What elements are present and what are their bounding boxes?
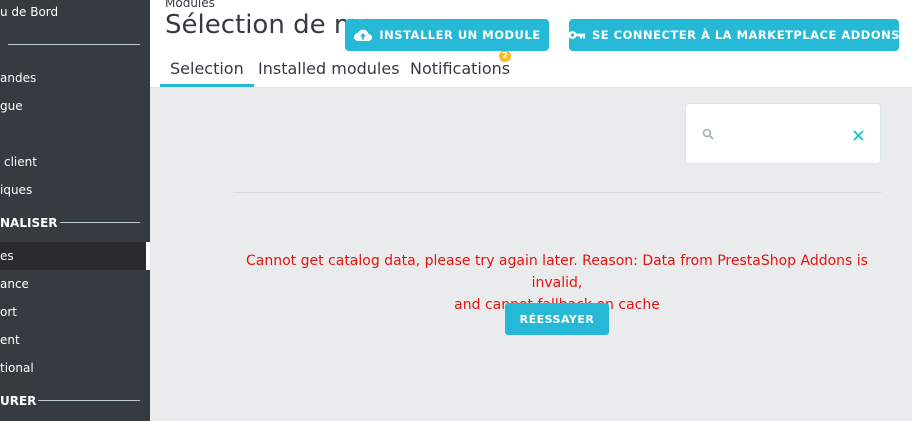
connect-marketplace-button[interactable]: SE CONNECTER À LA MARKETPLACE ADDONS [568,19,901,51]
sidebar-item-label: es [0,249,14,263]
search-icon [702,125,714,144]
sidebar-item-modules[interactable]: es [0,242,150,270]
sidebar-item-label: andes [0,71,37,85]
tab-label: Selection [170,59,244,78]
key-icon [568,30,586,40]
page-title: Sélection de mo [165,10,376,40]
cloud-upload-icon [353,28,373,42]
sidebar-item-orders[interactable]: andes [0,64,150,92]
sidebar-item-customers[interactable]: client [0,148,150,176]
tab-label: Installed modules [258,59,400,78]
error-line: Cannot get catalog data, please try agai… [246,253,868,291]
sidebar-item-dashboard[interactable]: u de Bord [0,0,150,26]
sidebar-item-label: u de Bord [0,5,59,19]
install-module-label: INSTALLER UN MODULE [379,28,541,42]
sidebar-item-label: ort [0,305,17,319]
sidebar-item-label: ance [0,277,29,291]
tab-label: Notifications [410,59,511,78]
notification-badge: 2 [499,50,511,62]
sidebar-item-label: tional [0,361,34,375]
sidebar-item-statistics[interactable]: iques [0,176,150,204]
breadcrumb[interactable]: Modules [165,0,215,10]
sidebar-item-shipping[interactable]: ort [0,298,150,326]
sidebar-item-international[interactable]: tional [0,354,150,382]
sidebar-item-label: ent [0,333,20,347]
search-input[interactable] [724,122,844,146]
module-search [685,103,881,164]
sidebar-item-label: gue [0,99,23,113]
sidebar-divider [60,222,140,223]
sidebar-item-catalog[interactable]: gue [0,92,150,120]
sidebar-section-personalize: NALISER [0,216,58,230]
sidebar-item-appearance[interactable]: ance [0,270,150,298]
sidebar-item-payment[interactable]: ent [0,326,150,354]
tab-notifications[interactable]: Notifications [410,58,510,87]
tab-installed-modules[interactable]: Installed modules [258,58,400,87]
tab-selection[interactable]: Selection [160,58,254,87]
retry-button[interactable]: RÉESSAYER [505,303,609,335]
sidebar: u de Bord andes gue client iques NALISER… [0,0,150,421]
connect-marketplace-label: SE CONNECTER À LA MARKETPLACE ADDONS [591,28,901,42]
sidebar-divider [8,44,140,45]
close-icon[interactable] [853,126,864,145]
install-module-button[interactable]: INSTALLER UN MODULE [345,19,549,51]
sidebar-section-configure: URER [0,394,37,408]
sidebar-item-label: client [4,155,37,169]
content-divider [233,192,881,193]
sidebar-item-label: iques [0,183,33,197]
sidebar-divider [38,400,140,401]
